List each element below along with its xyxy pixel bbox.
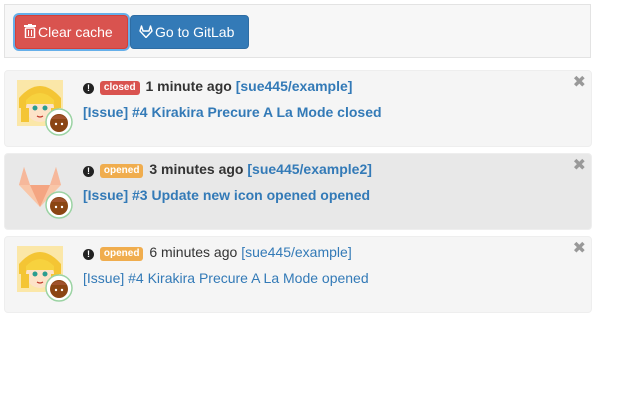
notification-header: ! opened 6 minutes ago [sue445/example]: [83, 243, 352, 261]
issue-link[interactable]: [Issue] #4 Kirakira Precure A La Mode cl…: [83, 104, 382, 120]
notification-title-row: [Issue] #4 Kirakira Precure A La Mode op…: [83, 269, 369, 287]
precure-avatar: [15, 244, 75, 304]
notification-card: ! opened 6 minutes ago [sue445/example] …: [4, 236, 592, 313]
precure-avatar: [15, 78, 75, 138]
status-badge: opened: [99, 247, 144, 261]
notification-card: ! opened 3 minutes ago [sue445/example2]…: [4, 153, 592, 230]
close-icon[interactable]: ✖: [573, 75, 586, 91]
gitlab-icon: [139, 17, 153, 49]
repo-link[interactable]: [sue445/example2]: [247, 161, 372, 177]
notification-card: ! closed 1 minute ago [sue445/example] […: [4, 70, 592, 147]
exclamation-icon: !: [83, 249, 94, 260]
exclamation-icon: !: [83, 166, 94, 177]
status-badge: opened: [99, 164, 144, 178]
gitlab-avatar: [15, 161, 75, 221]
notification-title-row: [Issue] #3 Update new icon opened opened: [83, 186, 370, 204]
notification-time: 3 minutes ago: [149, 161, 244, 177]
issue-link[interactable]: [Issue] #3 Update new icon opened opened: [83, 187, 370, 203]
close-icon[interactable]: ✖: [573, 158, 586, 174]
issue-link[interactable]: [Issue] #4 Kirakira Precure A La Mode op…: [83, 270, 369, 286]
notification-title-row: [Issue] #4 Kirakira Precure A La Mode cl…: [83, 103, 382, 121]
exclamation-icon: !: [83, 83, 94, 94]
go-to-gitlab-button[interactable]: Go to GitLab: [130, 15, 249, 49]
toolbar: Clear cache Go to GitLab: [4, 4, 591, 58]
status-badge: closed: [99, 81, 140, 95]
notification-header: ! opened 3 minutes ago [sue445/example2]: [83, 160, 372, 178]
notification-time: 6 minutes ago: [149, 244, 238, 260]
repo-link[interactable]: [sue445/example]: [236, 78, 353, 94]
clear-cache-label: Clear cache: [38, 24, 113, 40]
notification-time: 1 minute ago: [145, 78, 232, 94]
go-to-gitlab-label: Go to GitLab: [155, 24, 235, 40]
clear-cache-button[interactable]: Clear cache: [15, 15, 128, 49]
close-icon[interactable]: ✖: [573, 241, 586, 257]
trash-icon: [24, 17, 36, 49]
notification-header: ! closed 1 minute ago [sue445/example]: [83, 77, 352, 95]
repo-link[interactable]: [sue445/example]: [241, 244, 352, 260]
